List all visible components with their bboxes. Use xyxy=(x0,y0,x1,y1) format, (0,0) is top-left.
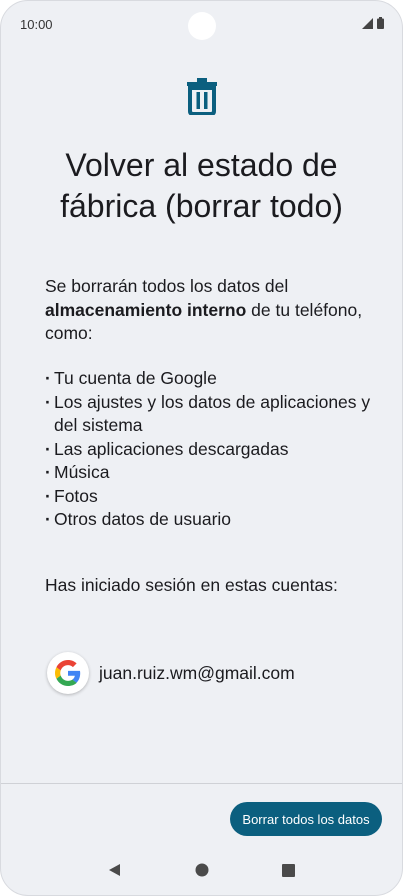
list-item: Fotos xyxy=(45,485,374,509)
list-item: Tu cuenta de Google xyxy=(45,367,374,391)
intro-bold: almacenamiento interno xyxy=(45,299,247,320)
list-item: Música xyxy=(45,461,374,485)
back-icon[interactable] xyxy=(99,854,131,886)
phone-screen: 10:00 Volver al estado de fábrica (borra… xyxy=(0,0,403,896)
data-list: Tu cuenta de Google Los ajustes y los da… xyxy=(45,367,374,532)
divider xyxy=(1,783,402,784)
account-email: juan.ruiz.wm@gmail.com xyxy=(99,662,295,683)
header-icon-container xyxy=(1,77,402,120)
intro-prefix: Se borrarán todos los datos del xyxy=(45,276,289,296)
google-icon xyxy=(47,652,89,694)
erase-all-data-button[interactable]: Borrar todos los datos xyxy=(230,802,382,836)
front-camera xyxy=(188,12,216,40)
battery-icon xyxy=(377,16,384,32)
trash-icon xyxy=(186,77,218,120)
signal-icon xyxy=(362,17,373,32)
home-icon[interactable] xyxy=(186,854,218,886)
list-item: Otros datos de usuario xyxy=(45,508,374,532)
list-item: Las aplicaciones descargadas xyxy=(45,438,374,462)
navigation-bar xyxy=(1,845,402,895)
account-row: juan.ruiz.wm@gmail.com xyxy=(47,652,295,694)
status-time: 10:00 xyxy=(20,16,53,32)
status-icons xyxy=(362,16,384,32)
list-item: Los ajustes y los datos de aplicaciones … xyxy=(45,391,374,438)
accounts-label: Has iniciado sesión en estas cuentas: xyxy=(45,575,338,595)
recents-icon[interactable] xyxy=(273,854,305,886)
intro-text: Se borrarán todos los datos del almacena… xyxy=(45,275,374,346)
page-title: Volver al estado de fábrica (borrar todo… xyxy=(60,147,343,224)
